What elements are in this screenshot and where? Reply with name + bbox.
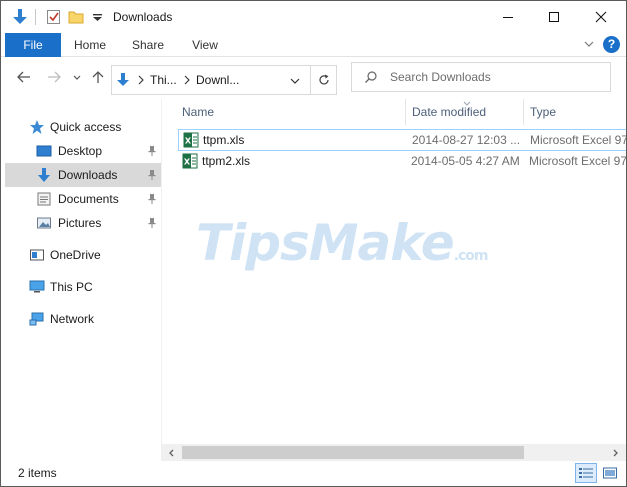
back-arrow-icon[interactable]: [16, 69, 32, 85]
svg-text:X: X: [184, 158, 191, 167]
details-view-button[interactable]: [575, 463, 597, 483]
nav-label: Downloads: [58, 168, 118, 182]
scroll-right-icon[interactable]: [610, 447, 620, 457]
download-arrow-icon: [36, 167, 52, 183]
pin-icon[interactable]: [147, 217, 157, 229]
title-separator: [35, 9, 36, 25]
navigation-pane: Quick access Desktop Downloads Documents…: [1, 99, 161, 461]
minimize-button[interactable]: [485, 1, 531, 33]
nav-item-downloads[interactable]: Downloads: [5, 163, 161, 187]
expand-ribbon-icon[interactable]: [582, 37, 596, 51]
tab-view[interactable]: View: [183, 33, 227, 57]
search-input[interactable]: [390, 68, 600, 86]
nav-item-network[interactable]: Network: [5, 307, 161, 331]
excel-file-icon: X: [182, 153, 198, 169]
properties-icon[interactable]: [45, 8, 63, 26]
up-arrow-icon[interactable]: [90, 69, 106, 85]
close-icon: [595, 11, 607, 23]
watermark-brand: TipsMake: [196, 214, 455, 272]
recent-locations-icon[interactable]: [72, 69, 82, 85]
onedrive-icon: [29, 247, 45, 263]
large-icons-view-button[interactable]: [599, 463, 621, 483]
nav-label: This PC: [50, 280, 93, 294]
nav-item-pictures[interactable]: Pictures: [5, 211, 161, 235]
breadcrumb-this-pc[interactable]: Thi...: [150, 73, 177, 87]
pin-icon[interactable]: [147, 193, 157, 205]
column-header-type[interactable]: Type: [524, 99, 626, 125]
file-type: Microsoft Excel 97: [530, 133, 626, 147]
large-icons-view-icon: [603, 467, 617, 479]
nav-item-quick-access[interactable]: Quick access: [5, 115, 161, 139]
tab-share[interactable]: Share: [125, 33, 171, 57]
status-bar: 2 items: [1, 461, 626, 486]
file-date: 2014-08-27 12:03 ...: [412, 133, 521, 147]
nav-label: Documents: [58, 192, 119, 206]
nav-label: OneDrive: [50, 248, 101, 262]
desktop-icon: [36, 143, 52, 159]
column-header-name[interactable]: Name: [176, 99, 406, 125]
nav-label: Desktop: [58, 144, 103, 158]
maximize-button[interactable]: [531, 1, 577, 33]
maximize-icon: [549, 12, 559, 22]
nav-label: Quick access: [50, 120, 122, 134]
file-list: Name Date modified Type X ttpm.xls 2014-…: [162, 99, 626, 461]
customize-toolbar-dropdown-icon[interactable]: [89, 8, 107, 26]
download-arrow-icon: [11, 8, 29, 26]
search-icon: [364, 70, 378, 84]
nav-item-desktop[interactable]: Desktop: [5, 139, 161, 163]
pin-icon[interactable]: [147, 169, 157, 181]
svg-text:X: X: [185, 137, 192, 146]
pictures-icon: [36, 215, 52, 231]
file-type: Microsoft Excel 97: [529, 154, 626, 168]
nav-label: Pictures: [58, 216, 102, 230]
watermark-suffix: .com: [453, 248, 489, 264]
window-title: Downloads: [113, 10, 173, 24]
nav-label: Network: [50, 312, 95, 326]
computer-icon: [29, 279, 45, 295]
excel-file-icon: X: [183, 132, 199, 148]
scrollbar-thumb[interactable]: [182, 446, 524, 459]
close-button[interactable]: [578, 1, 624, 33]
refresh-icon: [319, 74, 329, 85]
file-row[interactable]: X ttpm2.xls 2014-05-05 4:27 AM Microsoft…: [178, 151, 626, 173]
horizontal-scrollbar[interactable]: [162, 444, 626, 461]
file-explorer-window: Downloads File Home Share View ? Thi... …: [0, 0, 627, 487]
tab-file[interactable]: File: [5, 33, 61, 57]
file-row[interactable]: X ttpm.xls 2014-08-27 12:03 ... Microsof…: [178, 129, 626, 151]
breadcrumb-chevron-icon[interactable]: [136, 74, 146, 86]
chevron-down-icon[interactable]: [289, 75, 301, 87]
refresh-button[interactable]: [310, 66, 337, 94]
title-bar: Downloads: [1, 1, 626, 33]
address-row: Thi... Downl...: [1, 57, 626, 99]
item-count: 2 items: [18, 466, 57, 480]
watermark-logo: TipsMake.com: [196, 214, 489, 272]
nav-item-documents[interactable]: Documents: [5, 187, 161, 211]
star-icon: [29, 119, 45, 135]
column-header-date-modified[interactable]: Date modified: [406, 99, 523, 125]
ribbon-tabs: File Home Share View ?: [1, 33, 626, 57]
details-view-icon: [579, 468, 593, 478]
file-name: ttpm.xls: [203, 133, 245, 147]
file-name: ttpm2.xls: [202, 154, 251, 168]
new-folder-icon[interactable]: [67, 8, 85, 26]
pin-icon[interactable]: [147, 145, 157, 157]
documents-icon: [36, 191, 52, 207]
forward-arrow-icon[interactable]: [46, 69, 62, 85]
breadcrumb-chevron-icon[interactable]: [182, 74, 192, 86]
breadcrumb-downloads[interactable]: Downl...: [196, 73, 239, 87]
scroll-left-icon[interactable]: [167, 447, 177, 457]
address-bar[interactable]: Thi... Downl...: [111, 65, 337, 95]
network-icon: [29, 311, 45, 327]
download-arrow-icon: [115, 72, 131, 88]
nav-item-onedrive[interactable]: OneDrive: [5, 243, 161, 267]
tab-home[interactable]: Home: [67, 33, 113, 57]
nav-item-this-pc[interactable]: This PC: [5, 275, 161, 299]
search-box[interactable]: [351, 62, 611, 92]
help-icon[interactable]: ?: [603, 36, 620, 53]
file-date: 2014-05-05 4:27 AM: [411, 154, 520, 168]
minimize-icon: [503, 17, 513, 18]
